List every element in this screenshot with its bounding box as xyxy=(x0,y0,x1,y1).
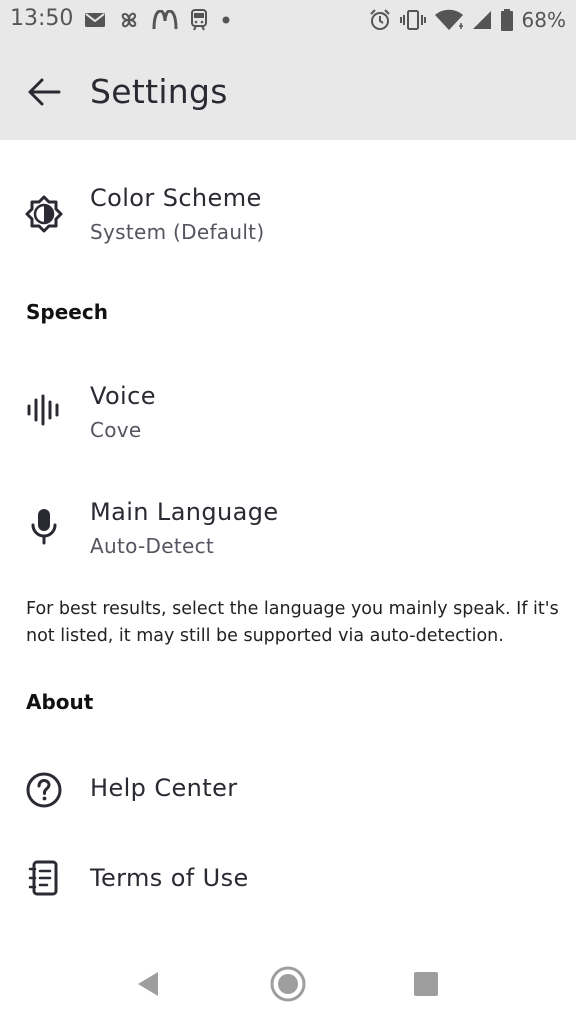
color-scheme-setting[interactable]: Color Scheme System (Default) xyxy=(0,176,576,260)
arrow-left-icon xyxy=(28,78,61,106)
microphone-icon xyxy=(22,504,66,548)
recents-square-icon xyxy=(414,972,438,996)
terms-of-use-label: Terms of Use xyxy=(90,864,249,892)
help-center-item[interactable]: Help Center xyxy=(0,752,576,828)
nav-recents-button[interactable] xyxy=(404,962,448,1006)
status-time: 13:50 xyxy=(10,6,74,31)
help-circle-icon xyxy=(22,768,66,812)
back-triangle-icon xyxy=(138,972,158,996)
color-scheme-label: Color Scheme xyxy=(90,184,262,212)
page-title: Settings xyxy=(90,72,228,111)
voice-setting[interactable]: Voice Cove xyxy=(0,372,576,456)
vibrate-icon xyxy=(399,9,426,31)
transit-icon xyxy=(190,9,208,31)
color-scheme-value: System (Default) xyxy=(90,220,265,244)
battery-icon xyxy=(500,9,514,31)
notification-icons xyxy=(84,8,244,32)
language-hint-text: For best results, select the language yo… xyxy=(26,599,559,646)
wifi-icon xyxy=(434,9,464,31)
voice-label: Voice xyxy=(90,382,156,410)
gmail-icon xyxy=(84,11,106,29)
voice-value: Cove xyxy=(90,418,142,442)
fan-icon xyxy=(118,9,140,31)
mcdonalds-icon xyxy=(152,10,178,30)
more-dot-icon xyxy=(220,14,232,26)
nav-back-button[interactable] xyxy=(126,962,170,1006)
back-button[interactable] xyxy=(22,70,66,114)
alarm-icon xyxy=(368,8,392,32)
waveform-icon xyxy=(22,388,66,432)
terms-of-use-item[interactable]: Terms of Use xyxy=(0,842,576,918)
about-section-header: About xyxy=(26,690,94,714)
status-bar: 13:50 68% xyxy=(0,0,576,44)
brightness-icon xyxy=(22,192,66,236)
main-language-setting[interactable]: Main Language Auto-Detect xyxy=(0,488,576,572)
battery-percent: 68% xyxy=(521,8,566,32)
document-icon xyxy=(22,856,66,900)
signal-icon xyxy=(472,10,492,30)
speech-section-header: Speech xyxy=(26,300,108,324)
main-language-label: Main Language xyxy=(90,498,279,526)
main-language-value: Auto-Detect xyxy=(90,534,215,558)
nav-home-button[interactable] xyxy=(266,962,310,1006)
system-icons: 68% xyxy=(360,6,566,34)
help-center-label: Help Center xyxy=(90,774,238,802)
navigation-bar xyxy=(0,944,576,1024)
home-circle-icon xyxy=(270,966,306,1002)
app-bar: Settings xyxy=(0,44,576,140)
